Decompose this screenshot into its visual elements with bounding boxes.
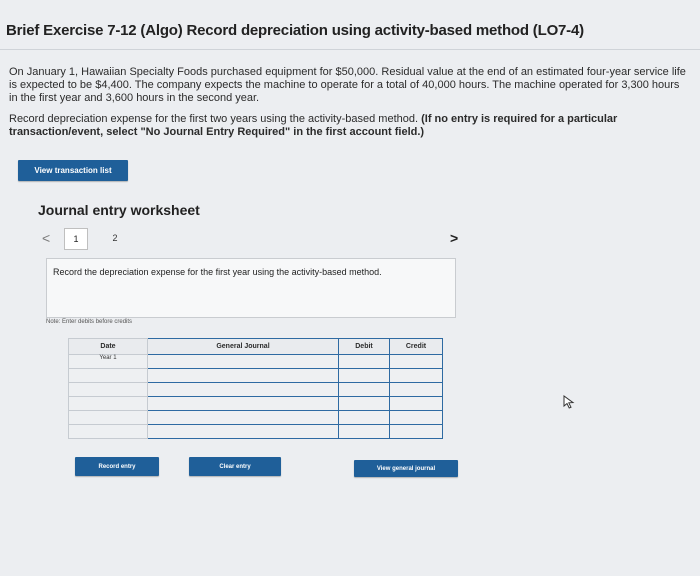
credit-column-header: Credit [389,338,443,355]
page-title: Brief Exercise 7-12 (Algo) Record deprec… [6,22,584,39]
view-transaction-list-button[interactable]: View transaction list [18,160,128,181]
prev-arrow-icon[interactable]: < [42,230,50,246]
table-row [68,368,443,383]
date-cell [68,396,148,411]
tab-2[interactable]: 2 [104,228,126,248]
journal-table: Date General Journal Debit Credit Year 1 [68,338,443,439]
credit-cell[interactable] [389,368,443,383]
table-row [68,424,443,439]
debit-cell[interactable] [338,368,390,383]
table-row [68,382,443,397]
date-cell: Year 1 [68,354,148,369]
journal-entry-worksheet: Journal entry worksheet < 1 2 > Record t… [18,190,478,490]
account-cell[interactable] [147,396,339,411]
worksheet-title: Journal entry worksheet [38,202,200,218]
credit-cell[interactable] [389,424,443,439]
account-cell[interactable] [147,424,339,439]
account-cell[interactable] [147,368,339,383]
debit-cell[interactable] [338,354,390,369]
next-arrow-icon[interactable]: > [450,230,458,246]
account-cell[interactable] [147,354,339,369]
credit-cell[interactable] [389,410,443,425]
general-journal-column-header: General Journal [147,338,339,355]
instruction-text: Record depreciation expense for the firs… [9,113,419,125]
credit-cell[interactable] [389,382,443,397]
date-cell [68,424,148,439]
date-cell [68,410,148,425]
date-column-header: Date [68,338,148,355]
mouse-pointer-icon [563,395,575,409]
view-general-journal-button[interactable]: View general journal [354,460,458,477]
prompt-box: Record the depreciation expense for the … [46,258,456,318]
header-divider [0,49,700,50]
table-row [68,396,443,411]
credit-cell[interactable] [389,354,443,369]
clear-entry-button[interactable]: Clear entry [189,457,281,476]
debit-cell[interactable] [338,382,390,397]
account-cell[interactable] [147,410,339,425]
account-cell[interactable] [147,382,339,397]
problem-description: On January 1, Hawaiian Specialty Foods p… [9,66,686,104]
prompt-text: Record the depreciation expense for the … [53,267,382,277]
table-row [68,410,443,425]
debits-note: Note: Enter debits before credits [46,319,133,325]
problem-instruction: Record depreciation expense for the firs… [9,113,669,139]
debit-cell[interactable] [338,410,390,425]
table-row: Year 1 [68,354,443,369]
tab-1[interactable]: 1 [64,228,88,250]
debit-cell[interactable] [338,396,390,411]
debit-cell[interactable] [338,424,390,439]
debit-column-header: Debit [338,338,390,355]
credit-cell[interactable] [389,396,443,411]
date-cell [68,368,148,383]
date-cell [68,382,148,397]
record-entry-button[interactable]: Record entry [75,457,159,476]
